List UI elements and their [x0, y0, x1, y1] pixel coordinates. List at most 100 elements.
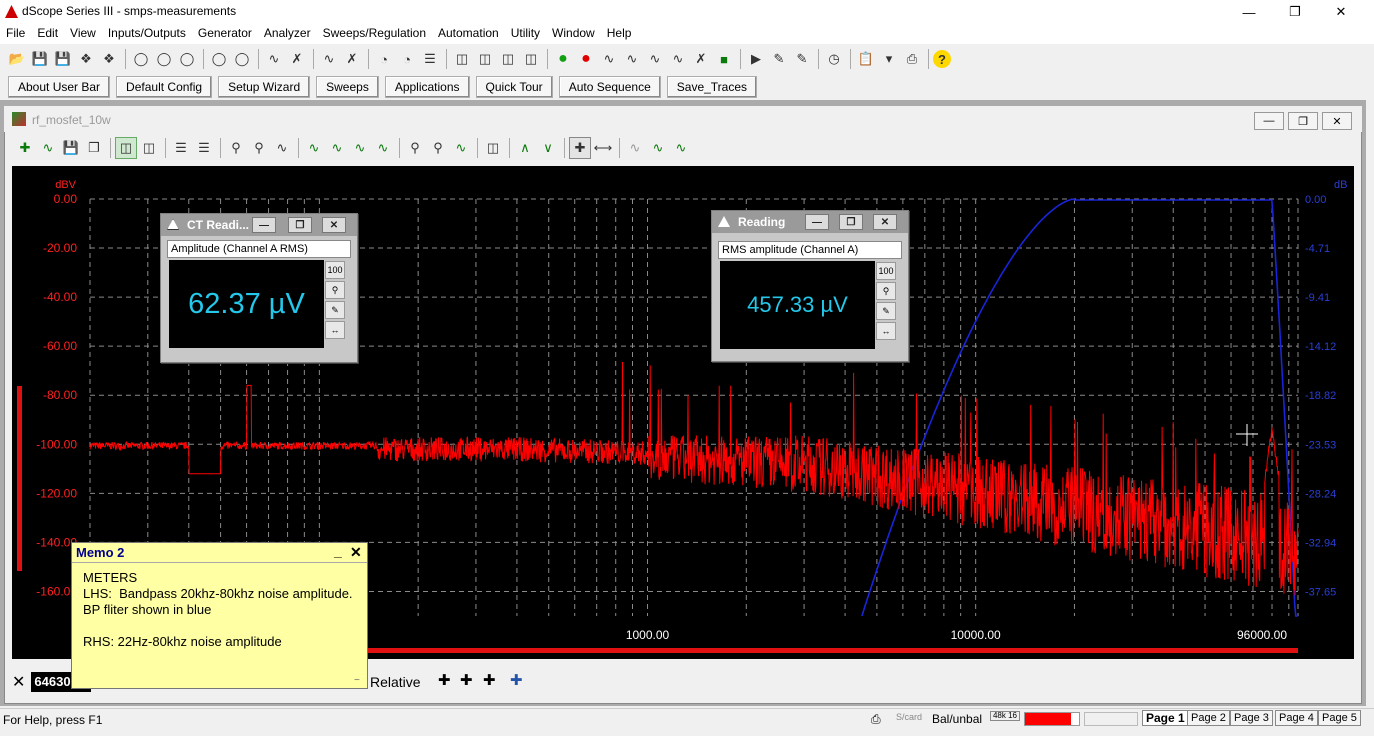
about-user-bar-button[interactable]: About User Bar: [8, 76, 111, 98]
close-button[interactable]: ✕: [1318, 0, 1364, 24]
trough-icon[interactable]: ∨: [537, 137, 559, 159]
output-on-icon[interactable]: ◯: [130, 48, 152, 70]
add-trace-icon[interactable]: ✚: [14, 137, 36, 159]
output-off-icon[interactable]: ◯: [153, 48, 175, 70]
help-icon[interactable]: ?: [933, 50, 951, 68]
graph-view-icon[interactable]: ■: [713, 48, 735, 70]
child-restore-button[interactable]: ❐: [1288, 112, 1318, 130]
sweep-stop-icon[interactable]: ✗: [341, 48, 363, 70]
menu-window[interactable]: Window: [546, 24, 601, 44]
scale-100-icon[interactable]: 100: [325, 261, 345, 279]
script-run-icon[interactable]: ▶: [745, 48, 767, 70]
limit-icon[interactable]: ∿: [670, 137, 692, 159]
run-green-icon[interactable]: ●: [552, 48, 574, 70]
list-icon[interactable]: ☰: [193, 137, 215, 159]
add-cursor-icon[interactable]: ✚: [438, 671, 451, 689]
overlay-icon[interactable]: ∿: [624, 137, 646, 159]
ct-reading-close-button[interactable]: ✕: [322, 217, 346, 233]
meter-settings-icon[interactable]: ◔: [396, 48, 418, 70]
add-cursor-2-icon[interactable]: ✚: [460, 671, 473, 689]
rms-reading-close-button[interactable]: ✕: [873, 214, 897, 230]
scale-100-icon[interactable]: 100: [876, 262, 896, 280]
peak-icon[interactable]: ∧: [514, 137, 536, 159]
rms-reading-minimize-button[interactable]: —: [805, 214, 829, 230]
autoscale-icon[interactable]: ∿: [271, 137, 293, 159]
report-icon[interactable]: 📋: [855, 48, 877, 70]
script-edit-icon[interactable]: ✎: [768, 48, 790, 70]
config-icon[interactable]: ❖: [75, 48, 97, 70]
memo-text[interactable]: METERS LHS: Bandpass 20khz-80khz noise a…: [83, 570, 353, 650]
scale-icon[interactable]: ◫: [482, 137, 504, 159]
zoom-icon[interactable]: ⚲: [248, 137, 270, 159]
memo-titlebar[interactable]: Memo 2 _ ✕: [72, 543, 367, 563]
page-tab-3[interactable]: Page 3: [1230, 710, 1273, 726]
child-minimize-button[interactable]: —: [1254, 112, 1284, 130]
marker-wave-icon[interactable]: ∿: [450, 137, 472, 159]
ct-reading-titlebar[interactable]: CT Readi... — ❐ ✕: [161, 214, 357, 236]
meter-icon[interactable]: ◔: [373, 48, 395, 70]
cursor-settings-icon[interactable]: ✚: [510, 671, 523, 689]
timer-icon[interactable]: ◷: [823, 48, 845, 70]
save-trace-icon[interactable]: 💾: [60, 137, 82, 159]
menu-generator[interactable]: Generator: [192, 24, 258, 44]
properties-icon[interactable]: ☰: [170, 137, 192, 159]
resize-grip-icon[interactable]: −: [354, 675, 360, 686]
zoom-fit-icon[interactable]: ⚲: [225, 137, 247, 159]
memo-window[interactable]: Memo 2 _ ✕ METERS LHS: Bandpass 20khz-80…: [71, 542, 368, 689]
minimize-button[interactable]: —: [1226, 0, 1272, 24]
marker-zoom-icon[interactable]: ⚲: [427, 137, 449, 159]
rms-reading-titlebar[interactable]: Reading — ❐ ✕: [712, 211, 908, 233]
memo-minimize-button[interactable]: _: [334, 543, 342, 559]
ct-reading-window[interactable]: CT Readi... — ❐ ✕ Amplitude (Channel A R…: [160, 213, 358, 363]
arrows-icon[interactable]: ↔: [876, 322, 896, 340]
fft-icon[interactable]: ◫: [520, 48, 542, 70]
menu-view[interactable]: View: [64, 24, 102, 44]
save-icon[interactable]: 💾: [29, 48, 51, 70]
scope-icon[interactable]: ◫: [451, 48, 473, 70]
menu-analyzer[interactable]: Analyzer: [258, 24, 317, 44]
record-red-icon[interactable]: ●: [575, 48, 597, 70]
default-config-button[interactable]: Default Config: [116, 76, 213, 98]
setup-wizard-button[interactable]: Setup Wizard: [218, 76, 311, 98]
cursor-1-icon[interactable]: ∿: [303, 137, 325, 159]
crosshair-icon[interactable]: ✚: [569, 137, 591, 159]
close-cursor-icon[interactable]: ✕: [12, 672, 25, 692]
page-tab-1[interactable]: Page 1: [1142, 710, 1189, 726]
menu-help[interactable]: Help: [601, 24, 638, 44]
config-reset-icon[interactable]: ❖: [98, 48, 120, 70]
filter-icon[interactable]: ◫: [497, 48, 519, 70]
menu-sweeps-regulation[interactable]: Sweeps/Regulation: [317, 24, 432, 44]
ct-reading-restore-button[interactable]: ❐: [288, 217, 312, 233]
input-on-icon[interactable]: ◯: [208, 48, 230, 70]
applications-button[interactable]: Applications: [384, 76, 470, 98]
page-tab-5[interactable]: Page 5: [1318, 710, 1361, 726]
trace-copy-icon[interactable]: ∿: [644, 48, 666, 70]
auto-sequence-button[interactable]: Auto Sequence: [558, 76, 661, 98]
probe-icon[interactable]: ⚲: [325, 281, 345, 299]
save-traces-button[interactable]: Save_Traces: [666, 76, 758, 98]
graph-icon[interactable]: ◫: [115, 137, 137, 159]
print-icon[interactable]: ⎙: [901, 48, 923, 70]
rms-reading-window[interactable]: Reading — ❐ ✕ RMS amplitude (Channel A) …: [711, 210, 909, 362]
compare-icon[interactable]: ∿: [647, 137, 669, 159]
child-close-button[interactable]: ✕: [1322, 112, 1352, 130]
arrows-icon[interactable]: ↔: [325, 321, 345, 339]
ct-reading-minimize-button[interactable]: —: [252, 217, 276, 233]
open-folder-icon[interactable]: 📂: [6, 48, 28, 70]
menu-file[interactable]: File: [0, 24, 31, 44]
copy-trace-icon[interactable]: ❐: [83, 137, 105, 159]
menu-automation[interactable]: Automation: [432, 24, 505, 44]
cursor-3-icon[interactable]: ∿: [349, 137, 371, 159]
marker-icon[interactable]: ⚲: [404, 137, 426, 159]
reading-icon[interactable]: ☰: [419, 48, 441, 70]
menu-utility[interactable]: Utility: [505, 24, 546, 44]
cursor-2-icon[interactable]: ∿: [326, 137, 348, 159]
rms-reading-restore-button[interactable]: ❐: [839, 214, 863, 230]
trace-delete-icon[interactable]: ✗: [690, 48, 712, 70]
save-all-icon[interactable]: 💾: [52, 48, 74, 70]
probe-icon[interactable]: ⚲: [876, 282, 896, 300]
report-dropdown-icon[interactable]: ▾: [878, 48, 900, 70]
quick-tour-button[interactable]: Quick Tour: [475, 76, 553, 98]
menu-edit[interactable]: Edit: [31, 24, 64, 44]
script-debug-icon[interactable]: ✎: [791, 48, 813, 70]
